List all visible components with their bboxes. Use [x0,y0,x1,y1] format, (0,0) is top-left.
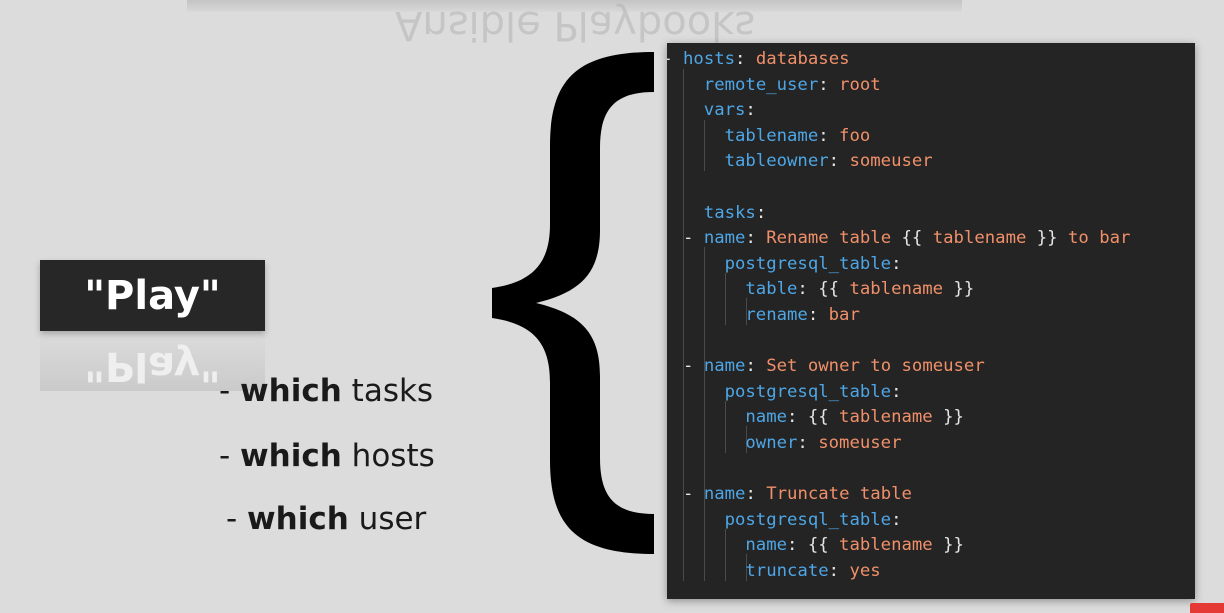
yaml-value: Truncate table [766,484,912,505]
yaml-value: Set owner to someuser [766,356,985,377]
yaml-separator: : [797,279,808,300]
code-line: rename: bar [745,303,859,328]
yaml-key: postgresql_table [724,381,892,402]
yaml-value: yes [849,561,881,581]
yaml-key: name [745,535,788,556]
yaml-key: name [745,407,788,428]
code-line: tasks: [704,201,766,226]
indent-guide [725,401,726,453]
code-panel: - hosts: databasesremote_user: rootvars:… [667,43,1195,599]
yaml-key: owner [745,433,798,453]
yaml-value: someuser [818,433,902,453]
code-line: table: {{ tablename }} [745,277,974,302]
yaml-key: postgresql_table [724,253,892,274]
bullet-rest: user [348,501,427,537]
yaml-separator: : [755,202,767,223]
code-line: - name: Rename table {{ tablename }} to … [683,226,1130,251]
yaml-value: Rename table {{ tablename }} to bar [766,228,1131,249]
bullet-prefix: - [219,373,241,409]
code-line: name: {{ tablename }} [745,405,964,430]
indent-guide [725,529,726,581]
yaml-key: truncate [745,561,829,581]
play-label-box: "Play" [40,260,265,331]
yaml-key: table [745,279,798,300]
yaml-separator: : [745,484,756,505]
yaml-value: root [839,74,881,95]
bullet-prefix: - [219,438,241,474]
yaml-value: foo [839,125,871,146]
yaml-separator: : [828,151,840,172]
code-line: name: {{ tablename }} [745,533,964,558]
yaml-key: tableowner [724,151,829,172]
yaml-value: {{ tablename }} [818,279,975,300]
yaml-key: name [703,484,746,505]
bullet-prefix: - [226,501,248,537]
code-line: postgresql_table: [725,252,902,277]
subscribe-badge[interactable] [1190,603,1224,613]
yaml-separator: : [745,100,756,121]
code-line: tablename: foo [725,124,871,149]
bullet-which-user: - which user [226,501,426,537]
yaml-key: vars [703,100,746,121]
yaml-key: rename [745,305,808,325]
code-line: remote_user: root [704,73,881,98]
bullet-rest: tasks [341,373,434,409]
list-dash: - [683,484,704,505]
code-line: - hosts: databases [667,47,850,72]
yaml-separator: : [787,407,798,428]
code-line: tableowner: someuser [725,149,933,174]
yaml-separator: : [818,74,829,95]
yaml-value: {{ tablename }} [807,407,964,428]
code-line: vars: [704,98,756,123]
indent-guide [725,273,726,325]
code-line: owner: someuser [745,431,901,456]
yaml-key: tablename [724,125,819,146]
play-label: "Play" [84,272,221,319]
curly-brace-icon [492,52,654,554]
yaml-key: name [703,356,746,377]
bullet-keyword: which [240,373,342,409]
code-line: truncate: yes [745,559,880,584]
yaml-separator: : [797,433,808,453]
yaml-separator: : [807,305,819,325]
code-line: postgresql_table: [725,508,902,533]
list-dash: - [683,356,704,377]
yaml-separator: : [818,125,829,146]
yaml-value: {{ tablename }} [807,535,964,556]
yaml-value: bar [828,305,860,325]
yaml-value: databases [755,49,850,69]
yaml-separator: : [891,509,902,530]
yaml-separator: : [745,356,756,377]
bullet-keyword: which [240,438,342,474]
yaml-separator: : [828,561,840,581]
title-reflection: Ansible Playbooks [395,2,756,48]
yaml-value: someuser [849,151,933,172]
yaml-separator: : [891,253,902,274]
yaml-separator: : [735,49,746,69]
indent-guide [704,247,705,581]
yaml-key: name [703,228,746,249]
code-line: - name: Truncate table [683,482,912,507]
yaml-key: remote_user [703,74,819,95]
list-dash: - [683,228,704,249]
yaml-separator: : [891,381,902,402]
yaml-separator: : [787,535,798,556]
bullet-which-hosts: - which hosts [219,438,435,474]
bullet-which-tasks: - which tasks [219,373,433,409]
code-line: - name: Set owner to someuser [683,354,985,379]
indent-guide [704,120,705,171]
code-line: postgresql_table: [725,380,902,405]
yaml-separator: : [745,228,756,249]
yaml-key: tasks [703,202,756,223]
yaml-key: postgresql_table [724,509,892,530]
yaml-key: hosts [683,49,736,69]
list-dash: - [667,49,683,69]
bullet-keyword: which [247,501,349,537]
bullet-rest: hosts [341,438,435,474]
